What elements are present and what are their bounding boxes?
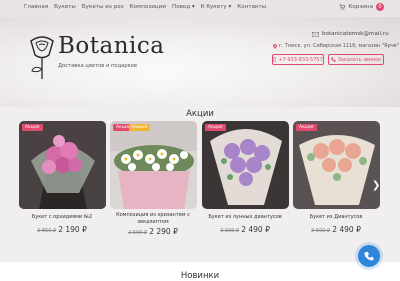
carousel-next-arrow-icon[interactable]: ❯: [372, 180, 380, 191]
product-image[interactable]: Акция: [202, 121, 289, 209]
address-text: г. Томск, ул. Сибирская 111б, магазин "Я…: [279, 43, 400, 49]
chevron-down-icon: ▾: [226, 4, 232, 10]
chrysanthemum-box-image: [110, 121, 197, 209]
nav-item-home[interactable]: Главная: [24, 4, 48, 10]
rose-logo-icon: [30, 36, 54, 79]
orchid-bouquet-image: [19, 121, 106, 209]
nav-item-compositions[interactable]: Композиции: [130, 4, 166, 10]
phone-button[interactable]: +7-933-833-5757: [272, 54, 324, 65]
product-price: 3 500 ₽2 490 ₽: [288, 225, 384, 234]
nav-item-to-bouquet[interactable]: К букету ▾: [201, 4, 232, 10]
current-price: 2 490 ₽: [332, 225, 361, 234]
product-price: 3 300 ₽2 490 ₽: [197, 225, 293, 234]
nav-item-contacts[interactable]: Контакты: [237, 4, 266, 10]
dianthus-bouquet-image: [293, 121, 380, 209]
nav-item-bouquets[interactable]: Букеты: [54, 4, 76, 10]
dianthus-bouquet-image: [202, 121, 289, 209]
product-title[interactable]: Букет из Диантусов: [288, 214, 384, 221]
product-image[interactable]: Акция: [293, 121, 380, 209]
mail-icon: [312, 31, 319, 37]
product-price: 2 590 ₽2 290 ₽: [105, 227, 201, 236]
brand-logo-text[interactable]: Botanica: [58, 33, 164, 59]
request-call-label: Заказать звонок: [337, 56, 382, 63]
floating-call-button[interactable]: [358, 245, 380, 267]
product-image[interactable]: Акция: [19, 121, 106, 209]
basket-label: Корзина: [348, 4, 373, 10]
product-title[interactable]: Букет из лунных диантусов: [197, 214, 293, 221]
top-navigation-bar: Главная Букеты Букеты из роз Композиции …: [0, 0, 400, 17]
product-price: 2 850 ₽2 190 ₽: [14, 225, 110, 234]
cart-icon: [339, 4, 346, 10]
chevron-down-icon: ▾: [190, 4, 195, 10]
sale-badge: Акция: [296, 124, 317, 131]
sale-badge: Акция: [205, 124, 226, 131]
nav-item-occasion[interactable]: Повод ▾: [172, 4, 195, 10]
sale-badge: Акция: [22, 124, 43, 131]
address: г. Томск, ул. Сибирская 111б, магазин "Я…: [273, 43, 399, 49]
current-price: 2 290 ₽: [149, 227, 178, 236]
old-price: 2 850 ₽: [37, 228, 57, 234]
phone-icon: [364, 252, 374, 261]
nav-item-to-bouquet-label: К букету: [200, 4, 227, 10]
mobile-phone-icon: [273, 57, 277, 62]
new-badge: Новый: [129, 124, 151, 131]
nav-item-rose-bouquets[interactable]: Букеты из роз: [82, 4, 124, 10]
phone-number: +7-933-833-5757: [278, 56, 323, 63]
location-pin-icon: [273, 43, 277, 49]
product-title[interactable]: Композиция из хризантем с эвкалиптом: [105, 212, 201, 225]
product-image[interactable]: Акция Новый: [110, 121, 197, 209]
main-menu: Главная Букеты Букеты из роз Композиции …: [24, 4, 266, 10]
current-price: 2 190 ₽: [58, 225, 87, 234]
section-title-sale: Акции: [186, 109, 214, 119]
email-text: botanicatomsk@mail.ru: [322, 31, 389, 37]
header-banner: Botanica Доставка цветов и подарков bota…: [0, 17, 400, 107]
section-title-new: Новинки: [180, 271, 220, 281]
basket-link[interactable]: Корзина 0: [339, 3, 384, 11]
brand-tagline: Доставка цветов и подарков: [58, 63, 137, 69]
current-price: 2 490 ₽: [241, 225, 270, 234]
old-price: 3 300 ₽: [220, 228, 240, 234]
old-price: 2 590 ₽: [128, 230, 148, 236]
product-title[interactable]: Букет с орхидеями №2: [14, 214, 110, 221]
old-price: 3 500 ₽: [311, 228, 331, 234]
nav-item-occasion-label: Повод: [171, 4, 191, 10]
request-call-button[interactable]: Заказать звонок: [328, 54, 384, 65]
phone-icon: [330, 57, 336, 62]
basket-count-badge: 0: [376, 3, 384, 11]
email-link[interactable]: botanicatomsk@mail.ru: [312, 31, 389, 37]
